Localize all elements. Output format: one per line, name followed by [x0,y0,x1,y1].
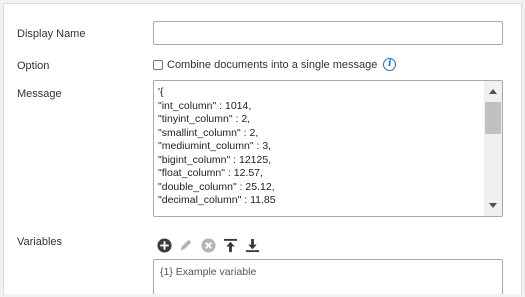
delete-variable-button[interactable] [200,237,216,253]
message-content: '{ "int_column" : 1014, "tinyint_column"… [158,86,480,208]
variable-item[interactable]: {1} Example variable [160,266,256,278]
scroll-thumb[interactable] [485,102,501,134]
form-panel: Display Name Option Combine documents in… [3,3,522,294]
message-line: "mediumint_column" : 3, [158,140,272,152]
message-label: Message [17,88,62,100]
message-line: "double_column" : 25.12, [158,180,275,193]
variables-list[interactable]: {1} Example variable [153,259,503,294]
move-bottom-icon [245,238,259,252]
move-top-icon [223,238,237,252]
move-bottom-button[interactable] [244,237,260,253]
message-line: "decimal_column" : 11.85 [158,194,276,206]
message-textarea[interactable]: '{ "int_column" : 1014, "tinyint_column"… [153,80,503,217]
message-line: "int_column" : 1014, [158,99,252,112]
variables-toolbar [156,237,266,253]
add-variable-button[interactable] [156,237,172,253]
delete-icon [200,237,216,253]
info-icon[interactable]: i [383,58,397,71]
message-line: "float_column" : 12.57, [158,167,263,179]
combine-option[interactable]: Combine documents into a single message … [153,58,397,71]
message-line: "bigint_column" : 12125, [158,153,272,166]
message-line: '{ [158,86,164,98]
combine-documents-label[interactable]: Combine documents into a single message [167,59,377,71]
scroll-up-arrow-icon[interactable] [489,89,497,94]
display-name-label: Display Name [17,28,86,40]
edit-icon [180,239,192,251]
message-scrollbar[interactable] [484,81,502,216]
variables-label: Variables [17,236,63,248]
message-line: "tinyint_column" : 2, [158,113,251,125]
move-top-button[interactable] [222,237,238,253]
display-name-input[interactable] [153,21,503,45]
edit-variable-button[interactable] [178,237,194,253]
option-label: Option [17,60,50,72]
add-icon [156,237,172,253]
combine-documents-checkbox[interactable] [153,59,163,70]
message-line: "smallint_column" : 2, [158,126,259,139]
scroll-down-arrow-icon[interactable] [489,203,497,208]
